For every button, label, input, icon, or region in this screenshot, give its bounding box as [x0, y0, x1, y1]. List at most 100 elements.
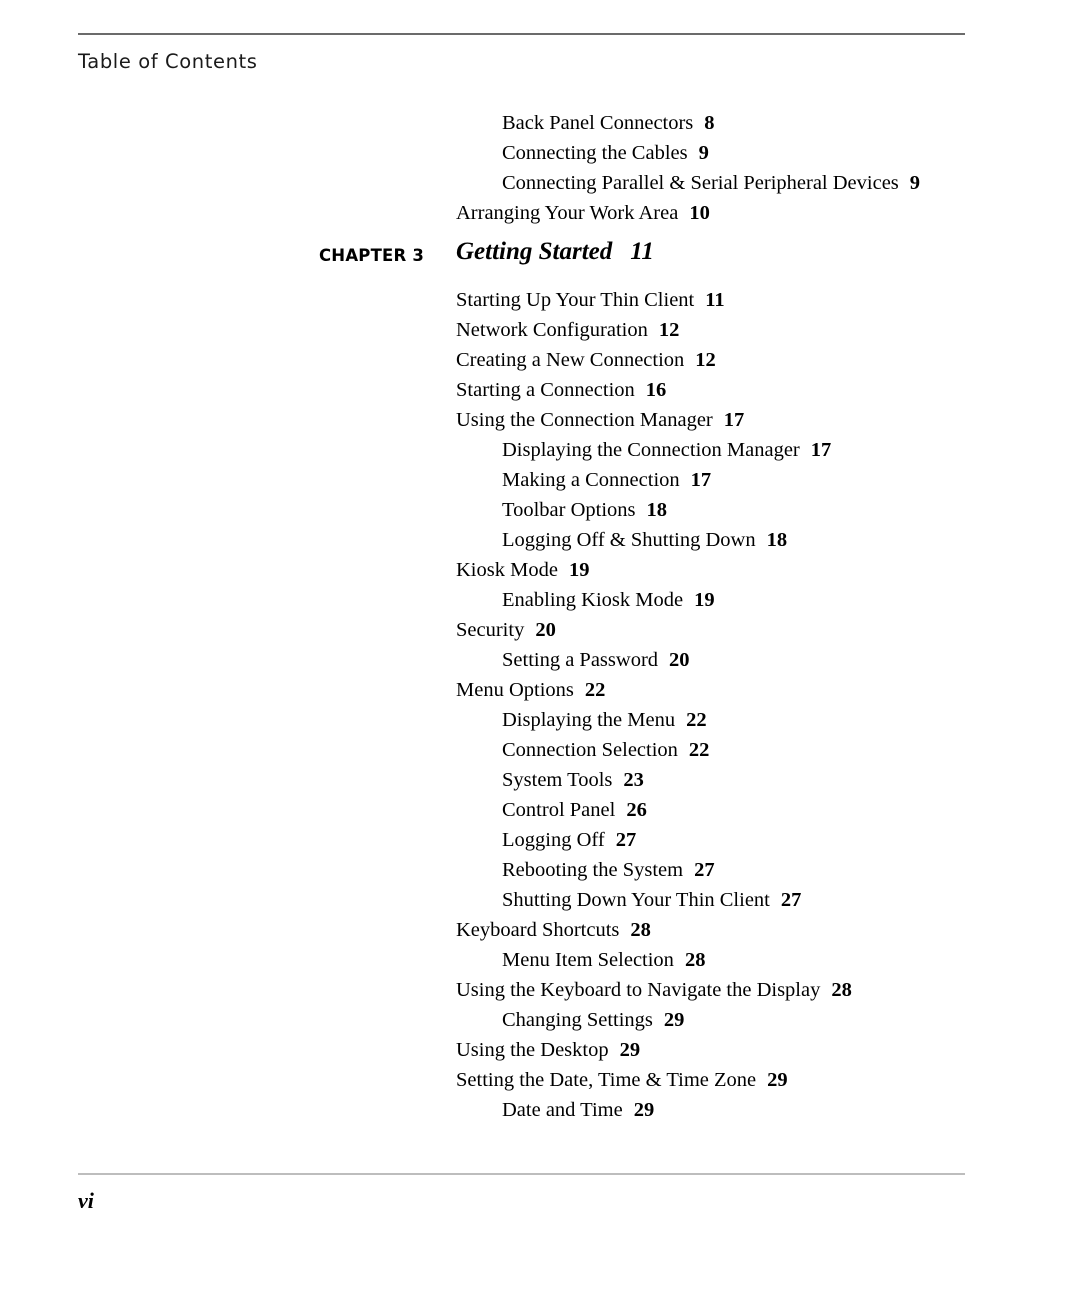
toc-entry[interactable]: Arranging Your Work Area 10 [0, 198, 1080, 228]
footer-divider [78, 1173, 965, 1175]
toc-entry-row[interactable]: Displaying the Menu 22 [0, 705, 1080, 735]
toc-entry-row[interactable]: Menu Options 22 [0, 675, 1080, 705]
toc-entry-row[interactable]: Starting a Connection 16 [0, 375, 1080, 405]
toc-entry-title: Changing Settings [502, 1009, 653, 1031]
toc-entry[interactable]: Creating a New Connection 12 [0, 345, 1080, 375]
toc-entry[interactable]: Enabling Kiosk Mode 19 [0, 585, 1080, 615]
toc-entry[interactable]: Control Panel 26 [0, 795, 1080, 825]
toc-entry[interactable]: Displaying the Menu 22 [0, 705, 1080, 735]
toc-entry[interactable]: Network Configuration 12 [0, 315, 1080, 345]
toc-entry-title: Setting the Date, Time & Time Zone [456, 1069, 757, 1091]
toc-entry-row[interactable]: Back Panel Connectors 8 [0, 108, 1080, 138]
toc-entry-page-number: 27 [615, 829, 637, 851]
toc-entry[interactable]: Menu Item Selection 28 [0, 945, 1080, 975]
toc-entry[interactable]: Using the Connection Manager 17 [0, 405, 1080, 435]
toc-entry-page-number: 22 [686, 709, 707, 731]
toc-entry-row[interactable]: Toolbar Options 18 [0, 495, 1080, 525]
toc-entry[interactable]: Connection Selection 22 [0, 735, 1080, 765]
toc-entry-row[interactable]: Rebooting the System 27 [0, 855, 1080, 885]
toc-entry-page-number: 19 [694, 589, 715, 611]
toc-entry[interactable]: Logging Off & Shutting Down 18 [0, 525, 1080, 555]
toc-entry-row[interactable]: Creating a New Connection 12 [0, 345, 1080, 375]
toc-entry[interactable]: Back Panel Connectors 8 [0, 108, 1080, 138]
toc-entry-row[interactable]: Logging Off & Shutting Down 18 [0, 525, 1080, 555]
toc-entry-row[interactable]: Using the Keyboard to Navigate the Displ… [0, 975, 1080, 1005]
toc-entry[interactable]: Toolbar Options 18 [0, 495, 1080, 525]
toc-entry-row[interactable]: Kiosk Mode 19 [0, 555, 1080, 585]
toc-entry-title: Starting a Connection [456, 379, 635, 401]
toc-entry-page-number: 27 [780, 889, 802, 911]
toc-entry-row[interactable]: Setting the Date, Time & Time Zone 29 [0, 1065, 1080, 1095]
toc-entry[interactable]: Setting the Date, Time & Time Zone 29 [0, 1065, 1080, 1095]
toc-entry[interactable]: Connecting the Cables 9 [0, 138, 1080, 168]
toc-entry-title: Connecting the Cables [502, 142, 688, 164]
toc-entry-page-number: 16 [645, 379, 667, 401]
toc-entry-row[interactable]: Control Panel 26 [0, 795, 1080, 825]
toc-entry-title: Menu Item Selection [502, 949, 674, 971]
toc-entry-row[interactable]: Connection Selection 22 [0, 735, 1080, 765]
toc-entry[interactable]: Starting Up Your Thin Client 11 [0, 285, 1080, 315]
toc-entry-row[interactable]: Security 20 [0, 615, 1080, 645]
toc-entry-title: Displaying the Menu [502, 709, 676, 731]
toc-entry-title: Toolbar Options [502, 499, 636, 521]
toc-entry-title: Using the Desktop [456, 1039, 609, 1061]
toc-entry-page-number: 9 [909, 172, 921, 194]
toc-entry-title: Network Configuration [456, 319, 648, 341]
toc-entry-row[interactable]: Displaying the Connection Manager 17 [0, 435, 1080, 465]
toc-entry[interactable]: Making a Connection 17 [0, 465, 1080, 495]
toc-entry-title: Kiosk Mode [456, 559, 558, 581]
toc-entry-row[interactable]: Connecting the Cables 9 [0, 138, 1080, 168]
toc-entry-row[interactable]: Using the Connection Manager 17 [0, 405, 1080, 435]
toc-entry[interactable]: Displaying the Connection Manager 17 [0, 435, 1080, 465]
footer-page-number: vi [78, 1188, 94, 1213]
toc-entry-row[interactable]: Arranging Your Work Area 10 [0, 198, 1080, 228]
toc-entry-row[interactable]: Setting a Password 20 [0, 645, 1080, 675]
toc-entry-row[interactable]: Shutting Down Your Thin Client 27 [0, 885, 1080, 915]
toc-entry-page-number: 22 [688, 739, 710, 761]
toc-entry-page-number: 29 [767, 1069, 788, 1091]
toc-entry-row[interactable]: Menu Item Selection 28 [0, 945, 1080, 975]
toc-entry-title: Enabling Kiosk Mode [502, 589, 684, 611]
toc-entry-page-number: 8 [704, 112, 715, 134]
chapter-title-entry[interactable]: Getting Started 11 [456, 238, 654, 266]
toc-entry-row[interactable]: System Tools 23 [0, 765, 1080, 795]
toc-entry-row[interactable]: Logging Off 27 [0, 825, 1080, 855]
toc-entry[interactable]: Keyboard Shortcuts 28 [0, 915, 1080, 945]
toc-entry[interactable]: Logging Off 27 [0, 825, 1080, 855]
toc-entry-row[interactable]: Enabling Kiosk Mode 19 [0, 585, 1080, 615]
toc-entry-row[interactable]: Connecting Parallel & Serial Peripheral … [0, 168, 1080, 198]
toc-entry-title: Connection Selection [502, 739, 678, 761]
toc-entry[interactable]: Setting a Password 20 [0, 645, 1080, 675]
toc-entry[interactable]: Menu Options 22 [0, 675, 1080, 705]
toc-entry-row[interactable]: Date and Time 29 [0, 1095, 1080, 1125]
toc-entry[interactable]: Connecting Parallel & Serial Peripheral … [0, 168, 1080, 198]
toc-entry-row[interactable]: Changing Settings 29 [0, 1005, 1080, 1035]
toc-entry-title: Using the Keyboard to Navigate the Displ… [456, 979, 821, 1001]
toc-entry[interactable]: Using the Keyboard to Navigate the Displ… [0, 975, 1080, 1005]
toc-entry-row[interactable]: Network Configuration 12 [0, 315, 1080, 345]
toc-entry-page-number: 11 [705, 289, 725, 311]
toc-entry[interactable]: Using the Desktop 29 [0, 1035, 1080, 1065]
toc-entry[interactable]: Changing Settings 29 [0, 1005, 1080, 1035]
toc-entry-row[interactable]: Keyboard Shortcuts 28 [0, 915, 1080, 945]
toc-entry-title: Back Panel Connectors [502, 112, 694, 134]
toc-entry-row[interactable]: Starting Up Your Thin Client 11 [0, 285, 1080, 315]
toc-entry[interactable]: System Tools 23 [0, 765, 1080, 795]
toc-entry-title: Making a Connection [502, 469, 680, 491]
toc-entry-row[interactable]: Making a Connection 17 [0, 465, 1080, 495]
toc-entry[interactable]: Date and Time 29 [0, 1095, 1080, 1125]
toc-entry-title: Date and Time [502, 1099, 623, 1121]
toc-entry-page-number: 20 [669, 649, 690, 671]
toc-entry[interactable]: Starting a Connection 16 [0, 375, 1080, 405]
toc-entry[interactable]: Rebooting the System 27 [0, 855, 1080, 885]
toc-entry-title: Creating a New Connection [456, 349, 685, 371]
toc-entry-page-number: 20 [535, 619, 556, 641]
toc-entry-page-number: 28 [831, 979, 852, 1001]
toc-entry[interactable]: Shutting Down Your Thin Client 27 [0, 885, 1080, 915]
toc-entry-title: Control Panel [502, 799, 616, 821]
chapter-heading-row[interactable]: CHAPTER 3 Getting Started 11 [0, 228, 1080, 285]
toc-entry-page-number: 19 [568, 559, 590, 581]
toc-entry[interactable]: Kiosk Mode 19 [0, 555, 1080, 585]
toc-entry-row[interactable]: Using the Desktop 29 [0, 1035, 1080, 1065]
toc-entry[interactable]: Security 20 [0, 615, 1080, 645]
